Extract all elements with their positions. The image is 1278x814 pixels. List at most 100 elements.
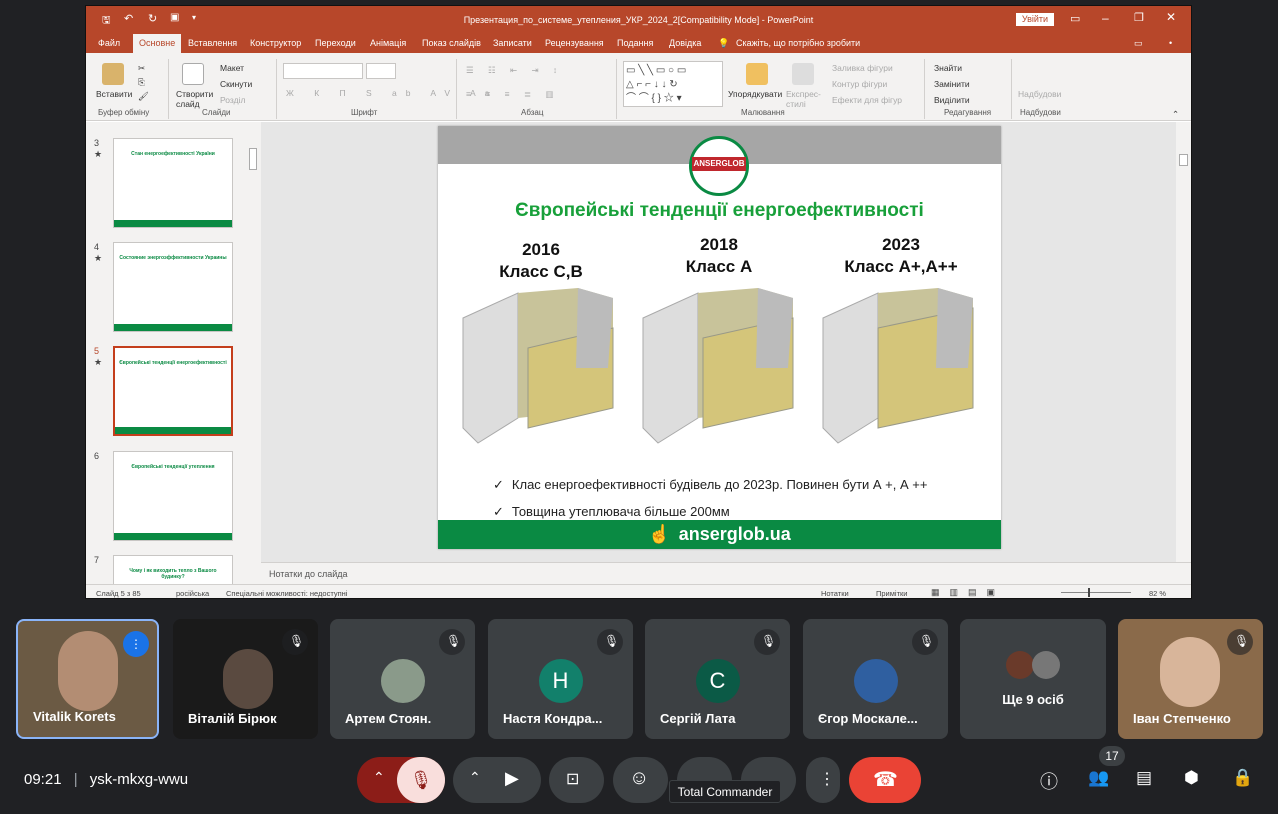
ribbon-display-icon[interactable]: ▭ <box>1070 12 1080 25</box>
thumb-slide[interactable]: Стан енергоефективності України <box>113 138 233 228</box>
scroll-thumb[interactable] <box>249 148 257 170</box>
participant-tile[interactable]: Н 🎙 Настя Кондра... <box>488 619 633 739</box>
thumb-slide[interactable]: Состояние энергоэффективности Украины <box>113 242 233 332</box>
info-icon[interactable]: ⓘ <box>1040 768 1062 792</box>
zoom-handle[interactable] <box>1088 588 1090 597</box>
quick-styles-icon[interactable] <box>792 63 814 85</box>
tab-animations[interactable]: Анімація <box>370 38 406 48</box>
participant-tile[interactable]: С 🎙 Сергій Лата <box>645 619 790 739</box>
leave-call-button[interactable]: ☎ <box>849 757 921 803</box>
tab-slideshow[interactable]: Показ слайдів <box>422 38 481 48</box>
tab-review[interactable]: Рецензування <box>545 38 604 48</box>
list-buttons[interactable]: ☰ ☷ ⇤ ⇥ ↕ <box>466 65 563 76</box>
people-icon[interactable]: 👥 <box>1088 768 1110 790</box>
font-size-select[interactable] <box>366 63 396 79</box>
participant-tile[interactable]: ⋮ Vitalik Korets <box>16 619 159 739</box>
camera-control[interactable]: ⌃ ▶ <box>453 757 541 803</box>
thumb-slide[interactable]: Чому і як виходить тепло з Вашого будинк… <box>113 555 233 585</box>
separator <box>276 59 277 119</box>
comments-icon[interactable]: ▭ <box>1134 38 1143 49</box>
reactions-button[interactable]: ☺ <box>613 757 668 803</box>
end-call-icon: ☎ <box>873 769 898 791</box>
shape-effects-button[interactable]: Ефекти для фігур <box>832 95 902 105</box>
reset-button[interactable]: Скинути <box>220 79 252 89</box>
align-buttons[interactable]: ≡ ≡ ≡ ≣ ▥ <box>466 89 559 100</box>
new-slide-button[interactable]: Створити слайд <box>176 89 213 109</box>
mic-control[interactable]: ⌃ 🎙 <box>357 757 445 803</box>
paste-button[interactable]: Вставити <box>96 89 132 99</box>
shapes-gallery[interactable]: ▭ ╲ ╲ ▭ ○ ▭ △ ⌐ ⌐ ↓ ↓ ↻ ⌒ ⌒ { } ☆ ▾ <box>623 61 723 107</box>
collapse-ribbon-icon[interactable]: ⌃ <box>1172 109 1179 120</box>
participant-tile[interactable]: 🎙 Іван Степченко <box>1118 619 1263 739</box>
new-slide-icon[interactable] <box>182 63 204 85</box>
mic-off-icon: 🎙 <box>439 629 465 655</box>
zoom-slider[interactable] <box>1061 592 1131 593</box>
replace-button[interactable]: Замінити <box>934 79 970 89</box>
wall-insulation-image <box>642 288 794 444</box>
format-painter-icon[interactable]: 🖌 <box>138 91 149 102</box>
signin-button[interactable]: Увійти <box>1016 13 1054 26</box>
meet-window: 🖫 ↶ ↻ ▣ ▾ Презентация_по_системе_утеплен… <box>0 0 1278 814</box>
section-button[interactable]: Розділ <box>220 95 245 105</box>
tab-design[interactable]: Конструктор <box>250 38 301 48</box>
minimize-icon[interactable]: – <box>1102 11 1109 25</box>
bullet-1: ✓ Клас енергоефективності будівель до 202… <box>493 477 927 493</box>
tab-home[interactable]: Основне <box>133 34 182 53</box>
slide-scrollbar[interactable] <box>1176 122 1191 562</box>
current-slide[interactable]: ANSERGLOB Європейські тенденції енергоеф… <box>438 126 1001 549</box>
tab-record[interactable]: Записати <box>493 38 532 48</box>
bullet-text: Клас енергоефективності будівель до 2023… <box>511 477 928 492</box>
arrange-icon[interactable] <box>746 63 768 85</box>
tab-insert[interactable]: Вставлення <box>188 38 237 48</box>
chat-icon[interactable]: ▤ <box>1136 768 1158 790</box>
participant-tile[interactable]: 🎙 Віталій Бірюк <box>173 619 318 739</box>
shape-outline-button[interactable]: Контур фігури <box>832 79 887 89</box>
thumb-slide[interactable]: Європейські тенденції утеплення <box>113 451 233 541</box>
notes-pane[interactable]: Нотатки до слайда <box>261 562 1191 584</box>
close-icon[interactable]: ✕ <box>1166 10 1176 24</box>
copy-icon[interactable]: ⎘ <box>138 77 145 88</box>
mic-off-button[interactable]: 🎙 <box>397 757 445 803</box>
shape-fill-button[interactable]: Заливка фігури <box>832 63 893 73</box>
tab-file[interactable]: Файл <box>98 38 120 48</box>
comments-toggle[interactable]: Примітки <box>876 589 907 598</box>
thumbnails-scrollbar[interactable] <box>246 122 260 584</box>
host-controls-icon[interactable]: 🔒 <box>1232 768 1254 790</box>
notes-toggle[interactable]: Нотатки <box>821 589 849 598</box>
more-icon[interactable]: • <box>1169 38 1172 48</box>
paste-icon[interactable] <box>102 63 124 85</box>
arrange-button[interactable]: Упорядкувати <box>728 89 782 99</box>
chevron-up-icon[interactable]: ⌃ <box>373 769 385 786</box>
scroll-thumb[interactable] <box>1179 154 1188 166</box>
find-button[interactable]: Знайти <box>934 63 962 73</box>
bullet-2: ✓ Товщина утеплювача більше 200мм <box>493 504 730 520</box>
meeting-code[interactable]: ysk-mkxg-wwu <box>90 771 188 788</box>
tell-me-search[interactable]: Скажіть, що потрібно зробити <box>736 38 860 48</box>
tab-help[interactable]: Довідка <box>669 38 701 48</box>
zoom-level[interactable]: 82 % <box>1149 589 1166 598</box>
camera-icon[interactable]: ▶ <box>505 768 519 789</box>
addins-button[interactable]: Надбудови <box>1018 89 1061 99</box>
participant-tile[interactable]: 🎙 Артем Стоян. <box>330 619 475 739</box>
quick-styles-button[interactable]: Експрес-стилі <box>786 89 824 109</box>
more-options-button[interactable]: ⋮ <box>806 757 840 803</box>
tab-transitions[interactable]: Переходи <box>315 38 356 48</box>
activities-icon[interactable]: ⬢ <box>1184 768 1206 790</box>
chevron-up-icon[interactable]: ⌃ <box>469 769 481 786</box>
font-name-select[interactable] <box>283 63 363 79</box>
captions-button[interactable]: ⊡ <box>549 757 604 803</box>
maximize-icon[interactable]: ❐ <box>1134 11 1144 24</box>
notes-placeholder[interactable]: Нотатки до слайда <box>269 569 348 579</box>
participant-tile[interactable]: 🎙 Єгор Москале... <box>803 619 948 739</box>
view-buttons[interactable]: ▦▥▤▣ <box>931 587 1005 598</box>
cut-icon[interactable]: ✂ <box>138 63 145 74</box>
layout-button[interactable]: Макет <box>220 63 244 73</box>
accessibility-status[interactable]: Спеціальні можливості: недоступні <box>226 589 347 598</box>
thumb-slide[interactable]: Європейські тенденції енергоефективності <box>113 346 233 436</box>
more-participants-tile[interactable]: Ще 9 осіб <box>960 619 1106 739</box>
language[interactable]: російська <box>176 589 209 598</box>
avatar <box>853 659 898 703</box>
select-button[interactable]: Виділити <box>934 95 970 105</box>
thumbnails-pane: 3 ★ Стан енергоефективності України 4 ★ … <box>86 122 261 585</box>
tab-view[interactable]: Подання <box>617 38 653 48</box>
